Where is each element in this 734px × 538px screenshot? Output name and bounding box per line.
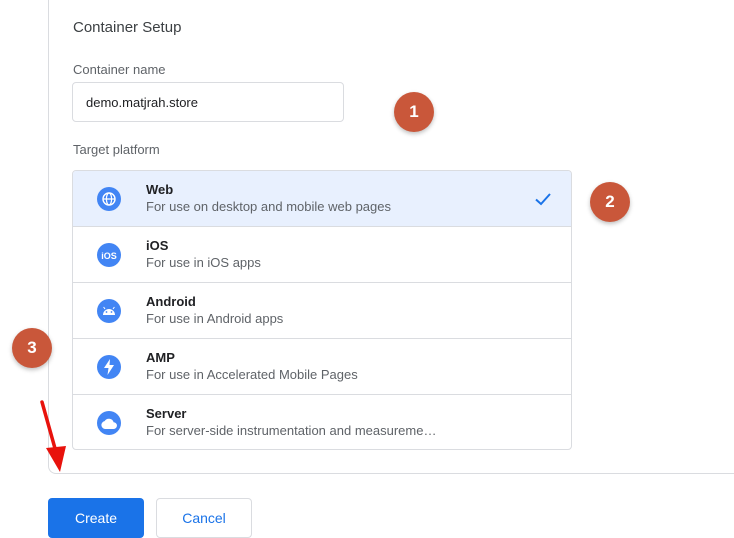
container-name-input[interactable] xyxy=(72,82,344,122)
bolt-icon xyxy=(97,355,121,379)
cancel-button[interactable]: Cancel xyxy=(156,498,252,538)
platform-name: Web xyxy=(146,182,174,197)
create-button[interactable]: Create xyxy=(48,498,144,538)
platform-option-ios[interactable]: iOS iOS For use in iOS apps xyxy=(73,227,571,283)
platform-name: iOS xyxy=(146,238,169,253)
check-icon xyxy=(533,189,553,214)
platform-option-web[interactable]: Web For use on desktop and mobile web pa… xyxy=(73,171,571,227)
platform-description: For use on desktop and mobile web pages xyxy=(146,199,391,214)
platform-name: Server xyxy=(146,406,187,421)
svg-text:iOS: iOS xyxy=(101,251,117,261)
step-badge-3: 3 xyxy=(12,328,52,368)
container-name-label: Container name xyxy=(73,62,166,77)
platform-description: For use in Android apps xyxy=(146,311,284,326)
platform-description: For server-side instrumentation and meas… xyxy=(146,423,437,438)
platform-option-amp[interactable]: AMP For use in Accelerated Mobile Pages xyxy=(73,339,571,395)
target-platform-label: Target platform xyxy=(73,142,160,157)
platform-option-server[interactable]: Server For server-side instrumentation a… xyxy=(73,395,571,449)
platform-list: Web For use on desktop and mobile web pa… xyxy=(72,170,572,450)
step-badge-1: 1 xyxy=(394,92,434,132)
arrow-icon xyxy=(40,400,66,472)
android-icon xyxy=(97,299,121,323)
platform-option-android[interactable]: Android For use in Android apps xyxy=(73,283,571,339)
cloud-icon xyxy=(97,411,121,435)
platform-description: For use in Accelerated Mobile Pages xyxy=(146,367,358,382)
platform-name: AMP xyxy=(146,350,175,365)
platform-name: Android xyxy=(146,294,196,309)
step-badge-2: 2 xyxy=(590,182,630,222)
ios-icon: iOS xyxy=(97,243,121,267)
globe-icon xyxy=(97,187,121,211)
platform-description: For use in iOS apps xyxy=(146,255,261,270)
section-title: Container Setup xyxy=(73,19,182,36)
